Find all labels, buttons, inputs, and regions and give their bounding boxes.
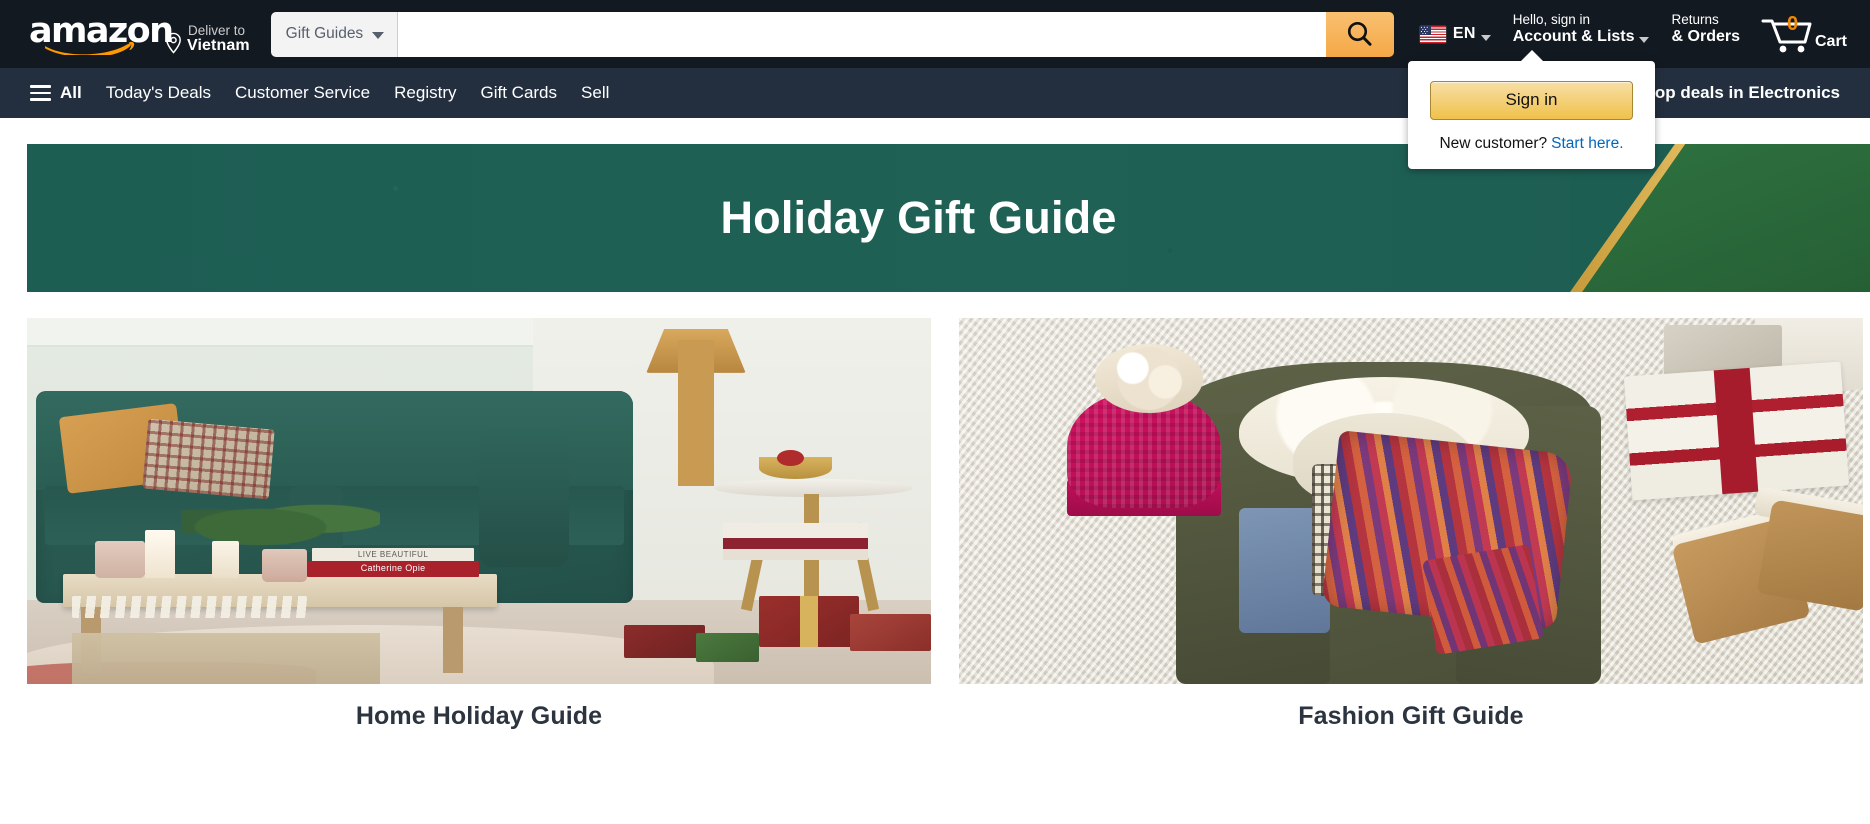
nav-item-gift-cards-label: Gift Cards (480, 83, 558, 102)
search-submit-button[interactable] (1325, 11, 1394, 57)
language-code: EN (1452, 25, 1476, 42)
nav-item-all-label: All (60, 83, 82, 102)
deliver-to-selector[interactable]: Deliver to Vietnam (160, 8, 261, 60)
cart-icon-wrap: 0 (1760, 13, 1812, 55)
guide-card-list: LIVE BEAUTIFUL Catherine Opie Home Holid… (0, 292, 1870, 731)
nav-item-customer-service[interactable]: Customer Service (223, 76, 382, 110)
search-bar: Gift Guides (270, 11, 1394, 57)
new-customer-row: New customer? Start here. (1430, 135, 1633, 153)
us-flag-icon (1419, 25, 1446, 43)
deliver-to-line1: Deliver to (188, 23, 246, 39)
chevron-down-icon (372, 31, 385, 39)
language-selector[interactable]: EN (1408, 8, 1501, 60)
search-category-dropdown[interactable]: Gift Guides (270, 11, 399, 57)
sign-in-button[interactable]: Sign in (1430, 81, 1633, 120)
book-title-text: LIVE BEAUTIFUL (357, 549, 429, 559)
chevron-down-icon (1480, 34, 1491, 41)
search-icon (1347, 21, 1372, 46)
book-author-text: Catherine Opie (360, 563, 426, 574)
card-home-holiday-guide[interactable]: LIVE BEAUTIFUL Catherine Opie Home Holid… (27, 318, 931, 731)
card-image-home: LIVE BEAUTIFUL Catherine Opie (27, 318, 931, 684)
card-title-fashion: Fashion Gift Guide (1298, 702, 1524, 730)
nav-item-sell[interactable]: Sell (569, 76, 621, 110)
account-greeting: Hello, sign in (1512, 12, 1591, 27)
cart-link[interactable]: 0 Cart (1751, 8, 1856, 60)
returns-line1: Returns (1671, 12, 1719, 27)
signin-flyout-panel: Sign in New customer? Start here. (1408, 50, 1655, 169)
amazon-smile-icon (45, 41, 135, 55)
search-category-label: Gift Guides (285, 25, 364, 42)
deliver-to-text: Deliver to Vietnam (187, 23, 250, 55)
shopping-cart-icon (1761, 19, 1812, 53)
nav-item-sell-label: Sell (581, 83, 610, 102)
cart-count-badge: 0 (1786, 13, 1799, 35)
new-customer-text: New customer? (1439, 135, 1548, 152)
card-image-fashion (959, 318, 1863, 684)
amazon-logo-link[interactable]: amazon (22, 8, 174, 60)
nav-item-customer-service-label: Customer Service (235, 83, 371, 102)
amazon-logo: amazon (27, 14, 174, 55)
banner-title: Holiday Gift Guide (720, 192, 1117, 243)
hamburger-menu-icon (30, 85, 51, 101)
nav-promo-link[interactable]: Shop deals in Electronics (1623, 77, 1850, 109)
returns-line2: & Orders (1671, 27, 1740, 45)
site-header: amazon Deliver to Vietnam Gift Guides EN… (0, 0, 1870, 68)
nav-item-registry-label: Registry (394, 83, 457, 102)
nav-item-registry[interactable]: Registry (382, 76, 468, 110)
nav-item-all[interactable]: All (20, 76, 94, 110)
nav-item-gift-cards[interactable]: Gift Cards (469, 76, 570, 110)
nav-item-todays-deals-label: Today's Deals (105, 83, 212, 102)
card-fashion-gift-guide[interactable]: Fashion Gift Guide (959, 318, 1863, 731)
nav-item-todays-deals[interactable]: Today's Deals (94, 76, 223, 110)
chevron-down-icon (1638, 36, 1649, 43)
search-input[interactable] (398, 11, 1326, 57)
winter-fashion-flatlay (959, 318, 1863, 684)
living-room-holiday-scene: LIVE BEAUTIFUL Catherine Opie (27, 318, 931, 684)
cart-label: Cart (1814, 33, 1847, 50)
start-here-link[interactable]: Start here. (1551, 135, 1623, 152)
account-title: Account & Lists (1512, 27, 1635, 45)
account-title-row: Account & Lists (1513, 28, 1649, 45)
deliver-to-country: Vietnam (187, 37, 250, 55)
returns-and-orders-link[interactable]: Returns & Orders (1660, 8, 1751, 60)
card-title-home: Home Holiday Guide (355, 702, 603, 730)
